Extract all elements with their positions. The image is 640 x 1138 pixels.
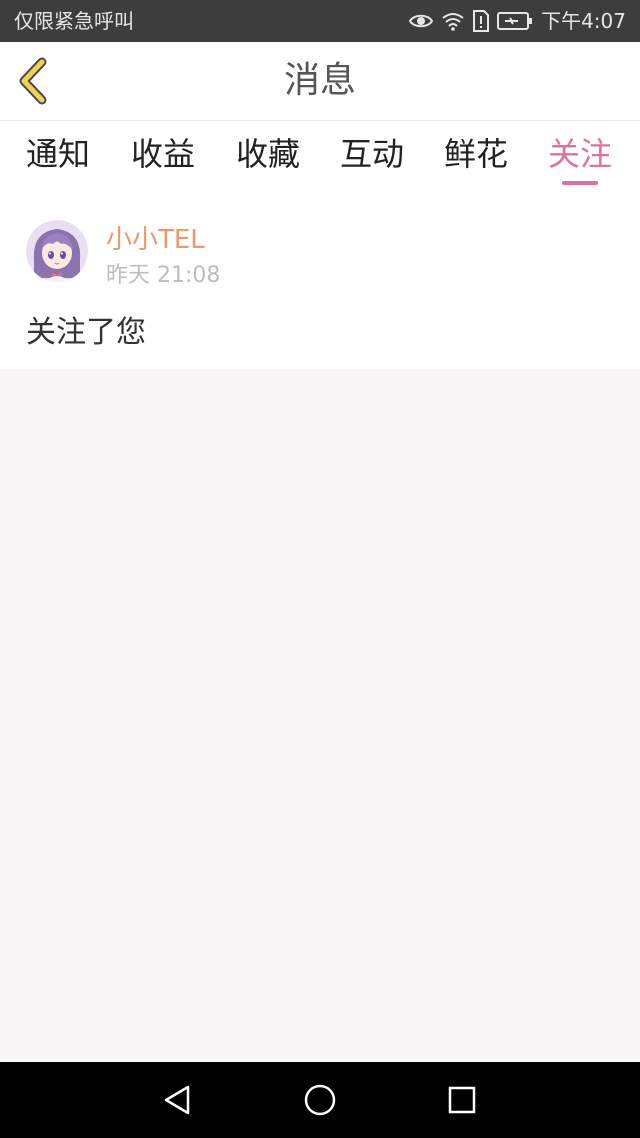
message-timestamp: 昨天 21:08 — [106, 263, 221, 288]
list-item[interactable]: 小小TEL 昨天 21:08 关注了您 — [0, 201, 640, 369]
tab-bar: 通知 收益 收藏 互动 鲜花 关注 — [0, 121, 640, 201]
tab-flowers[interactable]: 鲜花 — [424, 133, 528, 175]
tab-interactions[interactable]: 互动 — [320, 133, 424, 175]
tab-follows[interactable]: 关注 — [528, 133, 632, 175]
home-circle-icon[interactable] — [302, 1082, 338, 1118]
anime-girl-avatar-icon — [26, 220, 88, 282]
eye-icon — [409, 12, 434, 30]
page-title: 消息 — [283, 60, 356, 101]
app-header: 消息 — [0, 42, 640, 121]
clock: 下午4:07 — [541, 9, 626, 33]
tab-favorites[interactable]: 收藏 — [216, 133, 320, 175]
status-bar: 仅限紧急呼叫 下午4:07 — [0, 0, 640, 42]
sim-alert-icon — [473, 10, 490, 32]
system-nav-bar — [0, 1062, 640, 1138]
username-link[interactable]: 小小TEL — [106, 223, 205, 257]
wifi-icon — [441, 11, 465, 31]
battery-charging-icon — [497, 11, 533, 31]
active-tab-indicator — [562, 181, 598, 185]
avatar[interactable] — [26, 220, 88, 282]
message-text: 关注了您 — [26, 315, 146, 350]
carrier-text: 仅限紧急呼叫 — [14, 9, 134, 33]
recents-square-icon[interactable] — [444, 1082, 480, 1118]
tab-earnings[interactable]: 收益 — [111, 133, 215, 175]
tab-notifications[interactable]: 通知 — [6, 133, 110, 175]
status-icons: 下午4:07 — [409, 8, 626, 34]
back-triangle-icon[interactable] — [160, 1082, 196, 1118]
